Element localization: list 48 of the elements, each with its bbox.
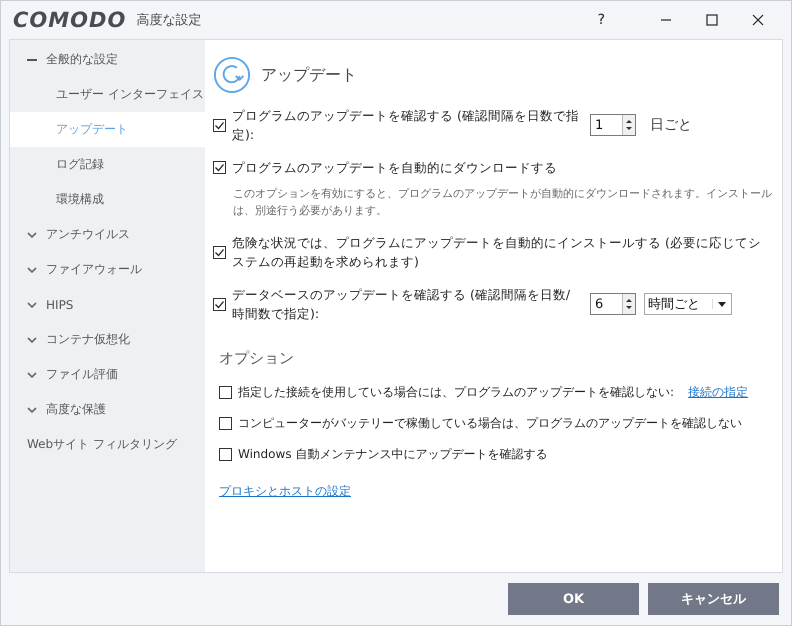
number-spinner[interactable]: 1 <box>590 114 636 136</box>
proxy-settings-link[interactable]: プロキシとホストの設定 <box>219 483 351 500</box>
number-spinner[interactable]: 6 <box>590 293 636 315</box>
cancel-button[interactable]: キャンセル <box>648 583 779 615</box>
connection-link[interactable]: 接続の指定 <box>688 384 748 401</box>
sidebar-item[interactable]: 全般的な設定 <box>10 42 205 77</box>
chevron-down-icon[interactable] <box>27 300 37 310</box>
sidebar-item[interactable]: ログ記録 <box>10 147 205 182</box>
sidebar-item[interactable]: アンチウイルス <box>10 217 205 252</box>
sidebar-item[interactable]: 環境構成 <box>10 182 205 217</box>
refresh-icon <box>213 56 251 94</box>
chevron-down-icon[interactable] <box>27 370 37 380</box>
sidebar-item[interactable]: ファイアウォール <box>10 252 205 287</box>
sidebar-item[interactable]: Webサイト フィルタリング <box>10 427 205 462</box>
chevron-down-icon[interactable] <box>27 334 37 344</box>
setting-label: プログラムのアップデートを自動的にダウンロードする <box>232 159 557 177</box>
window-title: 高度な設定 <box>136 12 202 29</box>
sidebar-item[interactable]: ユーザー インターフェイス <box>10 77 205 112</box>
options-heading: オプション <box>219 349 295 368</box>
setting-description: このオプションを有効にすると、プログラムのアップデートが自動的にダウンロードされます。インストールは、別途行う必要があります。 <box>233 186 772 219</box>
logo: COMODO <box>13 8 126 32</box>
checkbox[interactable] <box>219 448 232 461</box>
option-label: コンピューターがバッテリーで稼働している場合は、プログラムのアップデートを確認しない <box>238 415 742 432</box>
setting-label: プログラムのアップデートを確認する (確認間隔を日数で指定): <box>232 107 580 144</box>
chevron-down-icon[interactable] <box>27 230 37 240</box>
sidebar-item[interactable]: ファイル評価 <box>10 357 205 392</box>
chevron-down-icon[interactable] <box>27 264 37 274</box>
checkbox[interactable] <box>213 161 226 174</box>
setting-label: データベースのアップデートを確認する (確認間隔を日数/時間数で指定): <box>232 286 572 323</box>
option-label: 指定した接続を使用している場合には、プログラムのアップデートを確認しない: <box>238 384 674 401</box>
sidebar-item[interactable]: 高度な保護 <box>10 392 205 427</box>
checkbox[interactable] <box>219 386 232 399</box>
checkbox[interactable] <box>213 246 226 258</box>
checkbox[interactable] <box>213 118 226 132</box>
ok-button[interactable]: OK <box>508 583 639 615</box>
sidebar-item[interactable]: HIPS <box>10 287 205 322</box>
setting-label: 危険な状況では、プログラムにアップデートを自動的にインストールする (必要に応じてシステムの再起動を求められます) <box>232 234 762 271</box>
maximize-icon[interactable] <box>706 14 718 26</box>
help-button[interactable]: ? <box>598 12 605 28</box>
unit-label: 日ごと <box>650 116 692 134</box>
interval-dropdown[interactable]: 時間ごと <box>644 293 732 315</box>
close-icon[interactable] <box>752 14 764 26</box>
option-label: Windows 自動メンテナンス中にアップデートを確認する <box>238 446 548 463</box>
chevron-down-icon[interactable] <box>27 404 37 414</box>
checkbox[interactable] <box>219 417 232 430</box>
section-title: アップデート <box>261 64 357 86</box>
sidebar-item[interactable]: コンテナ仮想化 <box>10 322 205 357</box>
checkbox[interactable] <box>213 298 226 310</box>
